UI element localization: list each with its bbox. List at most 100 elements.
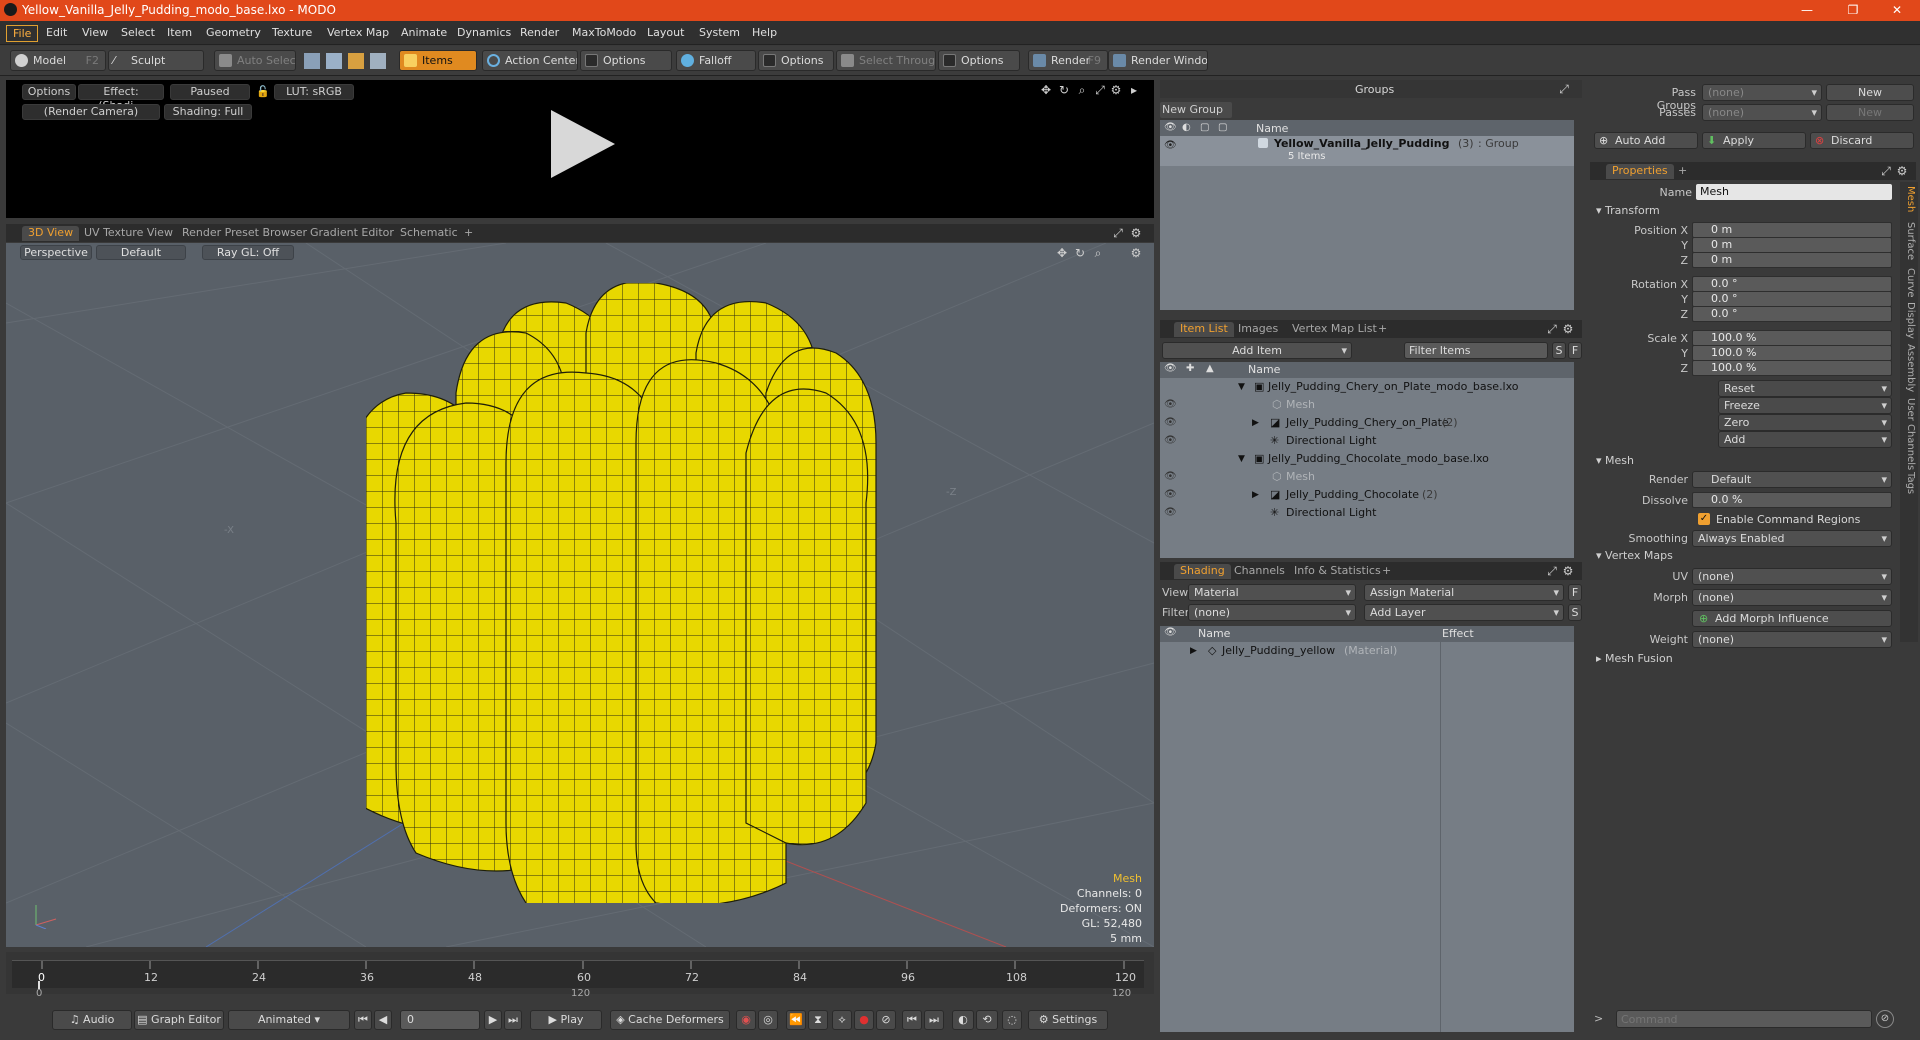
auto-key-icon[interactable]: ◎: [758, 1010, 778, 1030]
move-icon[interactable]: ✥: [1040, 84, 1052, 96]
pass-groups-dropdown[interactable]: (none): [1702, 84, 1822, 101]
next-key-button[interactable]: ⏭: [924, 1010, 944, 1030]
filter-dropdown[interactable]: (none): [1188, 604, 1356, 621]
tab-render-preset-browser[interactable]: Render Preset Browser: [176, 226, 313, 241]
position-x-field[interactable]: 0 m: [1692, 222, 1892, 238]
expand-arrow-icon[interactable]: ▼: [1238, 378, 1245, 396]
eye-icon[interactable]: 👁: [1164, 432, 1177, 450]
discard-button[interactable]: ⊗ Discard: [1810, 132, 1914, 149]
jelly-pudding-mesh[interactable]: [366, 283, 926, 903]
passes-dropdown[interactable]: (none): [1702, 104, 1822, 121]
falloff-button[interactable]: Falloff: [676, 50, 756, 71]
tab-images[interactable]: Images: [1232, 322, 1284, 337]
list-item[interactable]: 👁 ✳ Directional Light: [1160, 504, 1574, 522]
prev-key-icon[interactable]: ⏪: [786, 1010, 806, 1030]
view-dropdown[interactable]: Material: [1188, 584, 1356, 601]
rotate-icon[interactable]: ↻: [1058, 84, 1070, 96]
add-tab-button[interactable]: +: [458, 226, 479, 241]
record-icon[interactable]: ●: [854, 1010, 874, 1030]
add-tab-button[interactable]: +: [1372, 322, 1393, 337]
menu-dynamics[interactable]: Dynamics: [451, 25, 517, 40]
menu-file[interactable]: File: [6, 25, 39, 42]
lock-icon[interactable]: 🔓: [256, 85, 270, 98]
sound-icon[interactable]: ◐: [952, 1010, 974, 1030]
freeze-dropdown[interactable]: Freeze: [1718, 397, 1892, 414]
action-center-button[interactable]: Action Center: [482, 50, 578, 71]
loop-icon[interactable]: ⟲: [976, 1010, 998, 1030]
shading-s-button[interactable]: S: [1568, 604, 1582, 621]
perspective-dropdown[interactable]: Perspective: [20, 245, 92, 260]
frame-field[interactable]: 0: [400, 1010, 480, 1030]
side-tab-curve[interactable]: Curve: [1902, 268, 1916, 298]
uv-dropdown[interactable]: (none): [1692, 568, 1892, 585]
scale-z-field[interactable]: 100.0 %: [1692, 360, 1892, 376]
menu-item[interactable]: Item: [161, 25, 198, 40]
select-through-button[interactable]: Select Through: [836, 50, 936, 71]
rotation-z-field[interactable]: 0.0 °: [1692, 306, 1892, 322]
scale-x-field[interactable]: 100.0 %: [1692, 330, 1892, 346]
tab-gradient-editor[interactable]: Gradient Editor: [304, 226, 400, 241]
zoom-icon[interactable]: ⌕: [1092, 247, 1104, 259]
auto-add-button[interactable]: ⊕ Auto Add: [1594, 132, 1698, 149]
list-item[interactable]: 👁 ▶ ◪ Jelly_Pudding_Chery_on_Plate (2): [1160, 414, 1574, 432]
menu-layout[interactable]: Layout: [641, 25, 690, 40]
items-mode-button[interactable]: Items: [399, 50, 477, 71]
position-z-field[interactable]: 0 m: [1692, 252, 1892, 268]
tab-channels[interactable]: Channels: [1228, 564, 1291, 579]
tab-item-list[interactable]: Item List: [1174, 322, 1234, 337]
tab-schematic[interactable]: Schematic: [394, 226, 464, 241]
add-item-dropdown[interactable]: Add Item: [1162, 342, 1352, 359]
graph-editor-button[interactable]: ▤ Graph Editor: [134, 1010, 224, 1030]
eye-icon[interactable]: 👁: [1164, 396, 1177, 414]
add-tab-button[interactable]: +: [1672, 164, 1693, 179]
shading-f-button[interactable]: F: [1568, 584, 1582, 601]
key-filter-icon[interactable]: ⧗: [808, 1010, 828, 1030]
tab-vertex-map-list[interactable]: Vertex Map List: [1286, 322, 1383, 337]
morph-dropdown[interactable]: (none): [1692, 589, 1892, 606]
rotation-y-field[interactable]: 0.0 °: [1692, 291, 1892, 307]
sculpt-mode-button[interactable]: ⁄ Sculpt: [108, 50, 204, 71]
close-button[interactable]: ✕: [1874, 0, 1920, 21]
raygl-toggle[interactable]: Ray GL: Off: [202, 245, 294, 260]
expand-arrow-icon[interactable]: ▶: [1190, 642, 1197, 660]
materials-icon[interactable]: [370, 53, 386, 69]
list-item[interactable]: ▼ ▣ Jelly_Pudding_Chocolate_modo_base.lxo: [1160, 450, 1574, 468]
menu-help[interactable]: Help: [746, 25, 783, 40]
falloff-options-button[interactable]: Options: [758, 50, 834, 71]
search-f-button[interactable]: F: [1568, 342, 1582, 359]
preview-options-button[interactable]: Options: [22, 84, 76, 100]
mesh-section[interactable]: ▾ Mesh: [1596, 454, 1634, 467]
eye-icon[interactable]: 👁: [1164, 414, 1177, 432]
animated-dropdown[interactable]: Animated ▾: [228, 1010, 350, 1030]
eye-icon[interactable]: 👁: [1164, 486, 1177, 504]
vertex-maps-section[interactable]: ▾ Vertex Maps: [1596, 549, 1673, 562]
tab-3d-view[interactable]: 3D View: [22, 226, 80, 241]
timeline[interactable]: 0 12 24 36 48 60 72 84 96 108 120 0 120 …: [6, 952, 1154, 999]
eye-icon[interactable]: 👁: [1164, 504, 1177, 522]
minimize-button[interactable]: —: [1784, 0, 1830, 21]
render-window-button[interactable]: Render Window: [1108, 50, 1208, 71]
polygons-icon[interactable]: [348, 53, 364, 69]
render-button[interactable]: Render F9: [1028, 50, 1108, 71]
expand-arrow-icon[interactable]: ▼: [1238, 450, 1245, 468]
lut-dropdown[interactable]: LUT: sRGB: [274, 84, 354, 100]
list-item[interactable]: 👁 ⬡ Mesh: [1160, 396, 1574, 414]
weight-dropdown[interactable]: (none): [1692, 631, 1892, 648]
render-camera-dropdown[interactable]: (Render Camera): [22, 104, 160, 120]
list-item[interactable]: 👁 ▶ ◪ Jelly_Pudding_Chocolate (2): [1160, 486, 1574, 504]
auto-select-button[interactable]: Auto Select: [214, 50, 296, 71]
play-button[interactable]: ▶ Play: [530, 1010, 602, 1030]
prev-key-button[interactable]: ⏮: [902, 1010, 922, 1030]
expand-icon[interactable]: ⤢: [1880, 165, 1892, 177]
add-morph-influence-button[interactable]: ⊕ Add Morph Influence: [1692, 610, 1892, 627]
move-icon[interactable]: ✥: [1056, 247, 1068, 259]
expand-icon[interactable]: ⤢: [1558, 83, 1570, 95]
menu-system[interactable]: System: [693, 25, 746, 40]
first-frame-button[interactable]: ⏮: [354, 1010, 372, 1030]
tab-uv-texture-view[interactable]: UV Texture View: [78, 226, 179, 241]
side-tab-display[interactable]: Display: [1902, 302, 1916, 339]
group-row[interactable]: 👁 Yellow_Vanilla_Jelly_Pudding (3) : Gro…: [1160, 136, 1574, 166]
expand-arrow-icon[interactable]: ▶: [1252, 414, 1259, 432]
menu-view[interactable]: View: [76, 25, 114, 40]
list-item[interactable]: 👁 ✳ Directional Light: [1160, 432, 1574, 450]
